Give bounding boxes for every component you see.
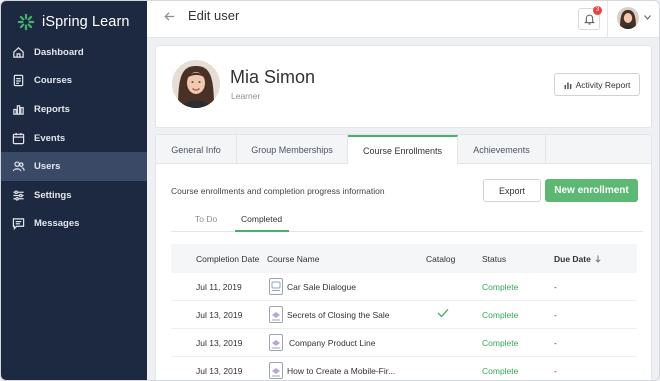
- status-value: Complete: [482, 310, 519, 320]
- profile-card: Mia Simon Learner Activity Report: [155, 45, 652, 128]
- sidebar-item-label: Dashboard: [34, 46, 84, 58]
- settings-icon: [12, 189, 25, 202]
- sidebar-item-courses[interactable]: Courses: [1, 67, 147, 96]
- sidebar-item-label: Settings: [34, 189, 72, 201]
- chevron-down-icon[interactable]: [644, 15, 651, 20]
- tab-group-memberships[interactable]: Group Memberships: [237, 135, 348, 164]
- course-name[interactable]: How to Create a Mobile-Fir...: [287, 366, 395, 376]
- user-role: Learner: [231, 91, 261, 101]
- column-course-name[interactable]: Course Name: [267, 254, 319, 264]
- due-date: -: [554, 366, 557, 376]
- divider: [607, 1, 608, 38]
- sidebar-item-messages[interactable]: Messages: [1, 210, 147, 239]
- sidebar-item-label: Users: [34, 161, 61, 173]
- bell-icon: [583, 14, 595, 25]
- status-value: Complete: [482, 282, 519, 292]
- sidebar-item-label: Events: [34, 132, 66, 144]
- course-name[interactable]: Company Product Line: [289, 338, 375, 348]
- column-due-date[interactable]: Due Date: [554, 254, 591, 264]
- course-name[interactable]: Car Sale Dialogue: [287, 282, 356, 292]
- activity-report-button[interactable]: Activity Report: [554, 73, 640, 96]
- table-row[interactable]: Jul 13, 2019 How to Create a Mobile-Fir.…: [171, 357, 637, 380]
- course-name[interactable]: Secrets of Closing the Sale: [287, 310, 390, 320]
- course-icon: [269, 362, 283, 379]
- home-icon: [12, 46, 25, 59]
- due-date: -: [554, 282, 557, 292]
- logo-icon: [17, 13, 35, 31]
- sidebar-item-events[interactable]: Events: [1, 124, 147, 153]
- completion-date: Jul 13, 2019: [196, 366, 243, 376]
- course-icon: [269, 334, 283, 351]
- user-avatar[interactable]: [617, 7, 639, 29]
- sidebar: iSpring Learn Dashboard Courses Reports: [1, 1, 147, 380]
- sidebar-nav: Dashboard Courses Reports Events Users S…: [1, 38, 147, 238]
- bar-chart-icon: [564, 82, 571, 89]
- tab-bar: General Info Group Memberships Course En…: [156, 135, 651, 165]
- tab-general-info[interactable]: General Info: [156, 135, 237, 164]
- arrow-down-icon[interactable]: [595, 255, 601, 263]
- notifications-button[interactable]: 3: [578, 6, 602, 30]
- notification-badge: 3: [593, 6, 602, 15]
- column-catalog[interactable]: Catalog: [426, 254, 455, 264]
- calendar-icon: [12, 132, 25, 145]
- course-dialogue-icon: [269, 278, 283, 295]
- completion-date: Jul 11, 2019: [196, 282, 242, 292]
- subtab-completed[interactable]: Completed: [241, 214, 282, 224]
- table-row[interactable]: Jul 13, 2019 Company Product Line Comple…: [171, 329, 637, 357]
- top-bar: Edit user 3: [147, 1, 659, 38]
- activity-report-label: Activity Report: [575, 79, 631, 90]
- column-status[interactable]: Status: [482, 254, 506, 264]
- table-row[interactable]: Jul 11, 2019 Car Sale Dialogue Complete …: [171, 273, 637, 301]
- tab-course-enrollments[interactable]: Course Enrollments: [348, 135, 458, 165]
- subtab-active-indicator: [235, 230, 289, 232]
- page-title: Edit user: [188, 8, 240, 23]
- courses-icon: [12, 74, 25, 87]
- tabs-card: General Info Group Memberships Course En…: [155, 134, 652, 380]
- reports-icon: [12, 103, 25, 116]
- completion-date: Jul 13, 2019: [196, 338, 243, 348]
- new-enrollment-button[interactable]: New enrollment: [545, 179, 638, 202]
- messages-icon: [12, 217, 25, 231]
- status-value: Complete: [482, 366, 519, 376]
- logo[interactable]: iSpring Learn: [17, 11, 130, 33]
- sidebar-item-label: Courses: [34, 75, 73, 87]
- check-icon: [437, 309, 449, 318]
- tab-achievements[interactable]: Achievements: [458, 135, 546, 164]
- sidebar-item-label: Messages: [34, 218, 80, 230]
- profile-avatar: [172, 60, 220, 108]
- course-icon: [269, 306, 283, 323]
- section-description: Course enrollments and completion progre…: [171, 186, 385, 196]
- due-date: -: [554, 338, 557, 348]
- back-arrow-icon[interactable]: [163, 10, 176, 23]
- due-date: -: [554, 310, 557, 320]
- export-button[interactable]: Export: [483, 179, 541, 202]
- table-header: Completion Date Course Name Catalog Stat…: [171, 244, 637, 273]
- table-row[interactable]: Jul 13, 2019 Secrets of Closing the Sale…: [171, 301, 637, 329]
- sidebar-item-label: Reports: [34, 103, 70, 115]
- sidebar-item-settings[interactable]: Settings: [1, 181, 147, 210]
- sidebar-item-dashboard[interactable]: Dashboard: [1, 38, 147, 67]
- status-value: Complete: [482, 338, 519, 348]
- sidebar-item-users[interactable]: Users: [1, 152, 147, 181]
- user-name: Mia Simon: [230, 67, 316, 87]
- sidebar-item-reports[interactable]: Reports: [1, 95, 147, 124]
- completion-date: Jul 13, 2019: [196, 310, 243, 320]
- app-window: iSpring Learn Dashboard Courses Reports: [0, 0, 660, 381]
- subtab-to-do[interactable]: To Do: [195, 214, 217, 224]
- column-completion-date[interactable]: Completion Date: [196, 254, 259, 264]
- users-icon: [12, 160, 25, 173]
- app-name: iSpring Learn: [42, 14, 130, 30]
